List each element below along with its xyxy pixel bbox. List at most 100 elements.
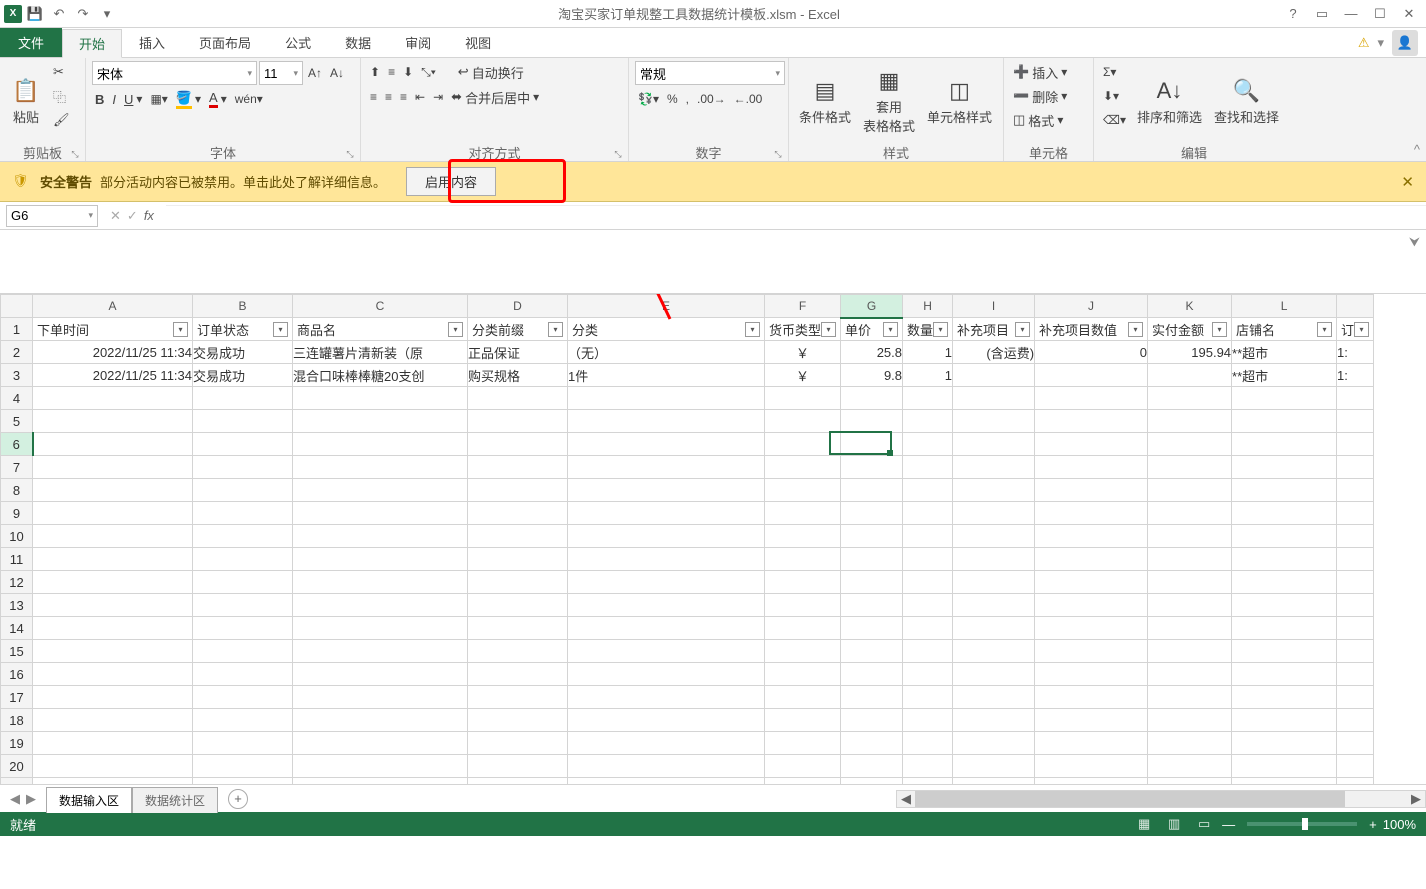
empty-cell[interactable] [293,410,468,433]
data-cell[interactable]: 9.8 [841,364,903,387]
empty-cell[interactable] [841,433,903,456]
empty-cell[interactable] [1035,686,1148,709]
empty-cell[interactable] [568,410,765,433]
align-bottom-button[interactable]: ⬇ [400,61,416,83]
zoom-in-button[interactable]: + [1369,817,1377,832]
data-cell[interactable] [1035,364,1148,387]
empty-cell[interactable] [1232,778,1337,785]
empty-cell[interactable] [1232,387,1337,410]
empty-cell[interactable] [903,617,953,640]
empty-cell[interactable] [1148,686,1232,709]
empty-cell[interactable] [468,502,568,525]
data-cell[interactable]: 0 [1035,341,1148,364]
tab-formula[interactable]: 公式 [268,28,328,57]
empty-cell[interactable] [568,640,765,663]
empty-cell[interactable] [1035,709,1148,732]
fill-color-button[interactable]: 🪣▾ [173,88,204,110]
filter-dropdown-icon[interactable]: ▾ [173,322,188,337]
empty-cell[interactable] [1035,456,1148,479]
empty-cell[interactable] [33,548,193,571]
empty-cell[interactable] [1337,686,1374,709]
column-header[interactable] [1337,295,1374,318]
expand-icon[interactable]: ⤡ [772,149,784,161]
data-cell[interactable]: ￥ [765,364,841,387]
empty-cell[interactable] [1035,640,1148,663]
empty-cell[interactable] [193,617,293,640]
empty-cell[interactable] [33,686,193,709]
column-header[interactable]: I [953,295,1035,318]
empty-cell[interactable] [765,732,841,755]
empty-cell[interactable] [841,456,903,479]
border-button[interactable]: ▦▾ [147,88,170,110]
row-header[interactable]: 4 [1,387,33,410]
qat-customize-button[interactable]: ▾ [96,3,118,25]
empty-cell[interactable] [293,387,468,410]
fx-button[interactable]: fx [144,208,154,224]
data-cell[interactable]: 25.8 [841,341,903,364]
increase-font-button[interactable]: A↑ [305,62,325,84]
tab-layout[interactable]: 页面布局 [182,28,268,57]
empty-cell[interactable] [953,410,1035,433]
empty-cell[interactable] [33,709,193,732]
empty-cell[interactable] [841,617,903,640]
empty-cell[interactable] [193,479,293,502]
empty-cell[interactable] [1232,640,1337,663]
empty-cell[interactable] [1148,387,1232,410]
font-name-combo[interactable]: 宋体▾ [92,61,257,85]
scroll-right-button[interactable]: ▶ [1407,791,1425,807]
increase-decimal-button[interactable]: .00→ [694,88,729,110]
empty-cell[interactable] [765,594,841,617]
empty-cell[interactable] [903,732,953,755]
name-box[interactable]: G6▾ [6,205,98,227]
empty-cell[interactable] [903,755,953,778]
empty-cell[interactable] [765,525,841,548]
row-header[interactable]: 19 [1,732,33,755]
empty-cell[interactable] [33,663,193,686]
data-cell[interactable]: 交易成功 [193,341,293,364]
empty-cell[interactable] [1337,617,1374,640]
empty-cell[interactable] [293,778,468,785]
filter-dropdown-icon[interactable]: ▾ [548,322,563,337]
maximize-button[interactable]: ☐ [1367,4,1393,24]
empty-cell[interactable] [903,456,953,479]
data-cell[interactable]: 交易成功 [193,364,293,387]
enter-formula-button[interactable]: ✓ [127,208,138,224]
empty-cell[interactable] [1232,594,1337,617]
data-cell[interactable] [953,364,1035,387]
minimize-button[interactable]: — [1338,4,1364,24]
empty-cell[interactable] [1148,778,1232,785]
table-header-cell[interactable]: 补充项目数值▾ [1035,318,1148,341]
paste-button[interactable]: 📋 粘贴 [6,61,46,139]
empty-cell[interactable] [953,548,1035,571]
row-header[interactable]: 16 [1,663,33,686]
delete-cells-button[interactable]: ➖删除▾ [1010,85,1070,107]
row-header[interactable]: 5 [1,410,33,433]
percent-button[interactable]: % [664,88,681,110]
column-header[interactable]: F [765,295,841,318]
empty-cell[interactable] [1232,663,1337,686]
empty-cell[interactable] [468,479,568,502]
add-sheet-button[interactable]: + [228,789,248,809]
empty-cell[interactable] [468,732,568,755]
fill-button[interactable]: ⬇▾ [1100,85,1129,107]
filter-dropdown-icon[interactable]: ▾ [273,322,288,337]
empty-cell[interactable] [953,732,1035,755]
empty-cell[interactable] [293,709,468,732]
data-cell[interactable]: 2022/11/25 11:34 [33,341,193,364]
view-normal-button[interactable]: ▦ [1132,815,1156,833]
empty-cell[interactable] [953,594,1035,617]
empty-cell[interactable] [1148,663,1232,686]
table-header-cell[interactable]: 单价▾ [841,318,903,341]
empty-cell[interactable] [293,456,468,479]
data-cell[interactable]: **超市 [1232,364,1337,387]
filter-dropdown-icon[interactable]: ▾ [1128,322,1143,337]
empty-cell[interactable] [953,433,1035,456]
filter-dropdown-icon[interactable]: ▾ [1015,322,1030,337]
indent-decrease-button[interactable]: ⇤ [412,86,428,108]
copy-button[interactable]: ⿻ [50,85,73,107]
data-cell[interactable]: ￥ [765,341,841,364]
empty-cell[interactable] [468,663,568,686]
empty-cell[interactable] [1337,663,1374,686]
column-header[interactable]: G [841,295,903,318]
table-header-cell[interactable]: 分类▾ [568,318,765,341]
